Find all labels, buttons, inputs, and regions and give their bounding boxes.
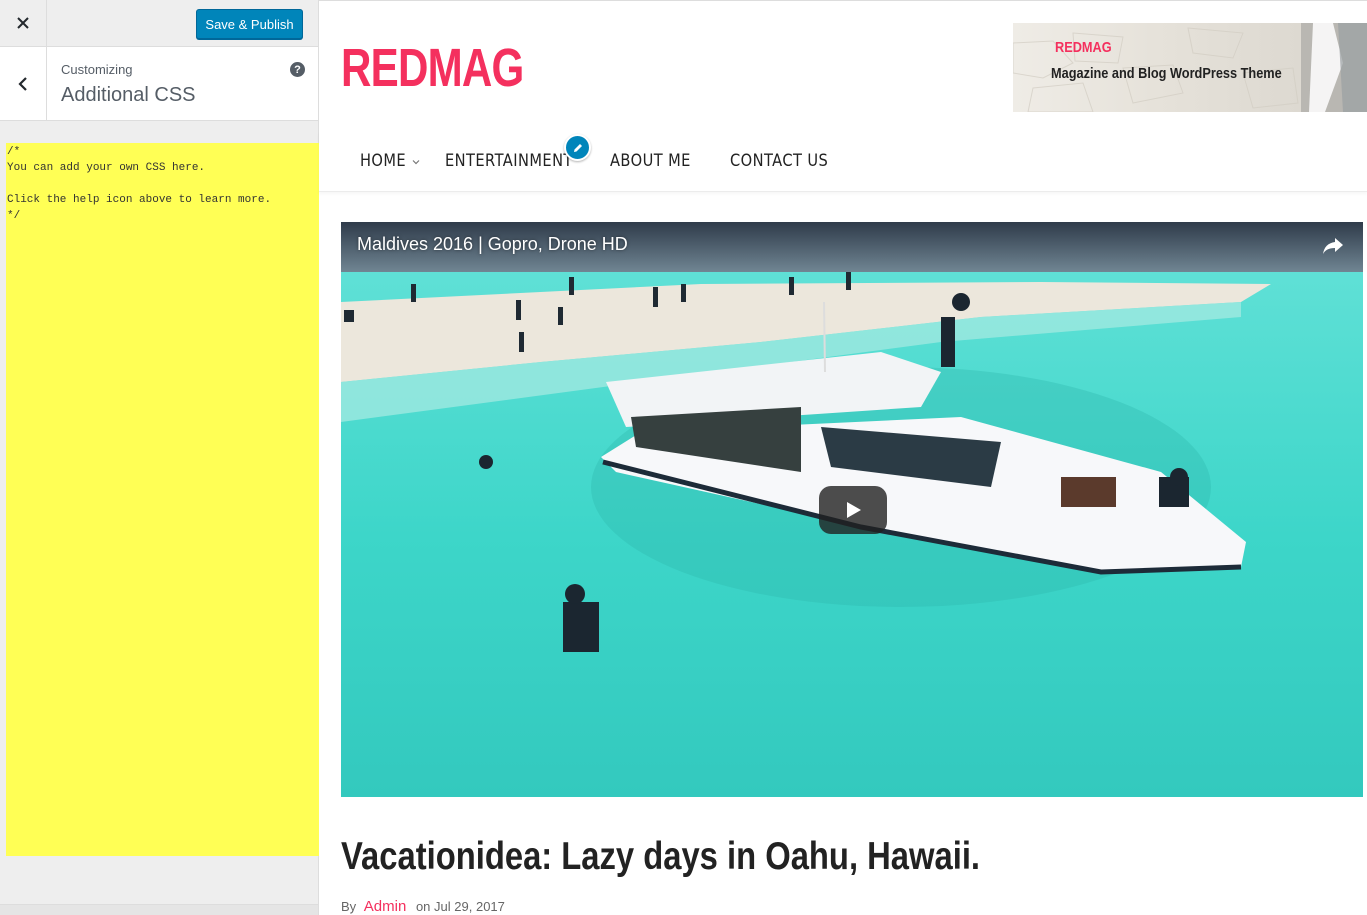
play-icon	[847, 502, 861, 518]
edit-shortcut-button[interactable]	[564, 134, 591, 161]
post-title[interactable]: Vacationidea: Lazy days in Oahu, Hawaii.	[341, 835, 980, 879]
customizer-header: Save & Publish	[0, 0, 318, 47]
play-button[interactable]	[819, 486, 887, 534]
nav-item-home[interactable]: HOME	[360, 151, 406, 171]
additional-css-editor[interactable]	[6, 143, 327, 856]
section-divider	[0, 121, 318, 137]
site-preview: REDMAG REDMAG Magazine and Blog WordPres…	[319, 0, 1367, 915]
nav-item-entertainment[interactable]: ENTERTAINMENT	[445, 151, 573, 171]
customizer-sidebar: Save & Publish Customizing Additional CS…	[0, 0, 327, 915]
pencil-icon	[573, 143, 582, 152]
close-icon	[17, 17, 29, 29]
customizer-footer	[0, 904, 318, 915]
section-header: Customizing Additional CSS ?	[0, 47, 318, 121]
section-title: Additional CSS	[61, 84, 196, 106]
nav-item-contact-us[interactable]: CONTACT US	[730, 151, 828, 171]
close-customizer-button[interactable]	[0, 0, 47, 46]
save-publish-button[interactable]: Save & Publish	[196, 9, 303, 39]
banner-title: REDMAG	[1055, 39, 1112, 56]
nav-item-about-me[interactable]: ABOUT ME	[610, 151, 691, 171]
share-arrow-icon[interactable]	[1321, 235, 1345, 257]
post-date-prefix: on	[415, 899, 431, 914]
chevron-down-icon	[412, 160, 420, 165]
post-date: Jul 29, 2017	[434, 899, 505, 914]
post-author-link[interactable]: Admin	[364, 898, 407, 915]
banner-subtitle: Magazine and Blog WordPress Theme	[1051, 65, 1282, 82]
video-player[interactable]: Maldives 2016 | Gopro, Drone HD	[341, 222, 1363, 797]
header-ad-banner[interactable]: REDMAG Magazine and Blog WordPress Theme	[1013, 23, 1367, 112]
video-title[interactable]: Maldives 2016 | Gopro, Drone HD	[357, 234, 628, 255]
main-navigation: HOME ENTERTAINMENT ABOUT ME CONTACT US	[319, 131, 1367, 192]
post-by-label: By	[341, 899, 357, 914]
breadcrumb: Customizing	[61, 62, 133, 77]
post-meta: By Admin on Jul 29, 2017	[341, 898, 505, 915]
help-icon[interactable]: ?	[290, 62, 305, 77]
back-button[interactable]	[0, 47, 47, 121]
chevron-left-icon	[18, 77, 27, 91]
site-logo[interactable]: REDMAG	[341, 37, 524, 99]
